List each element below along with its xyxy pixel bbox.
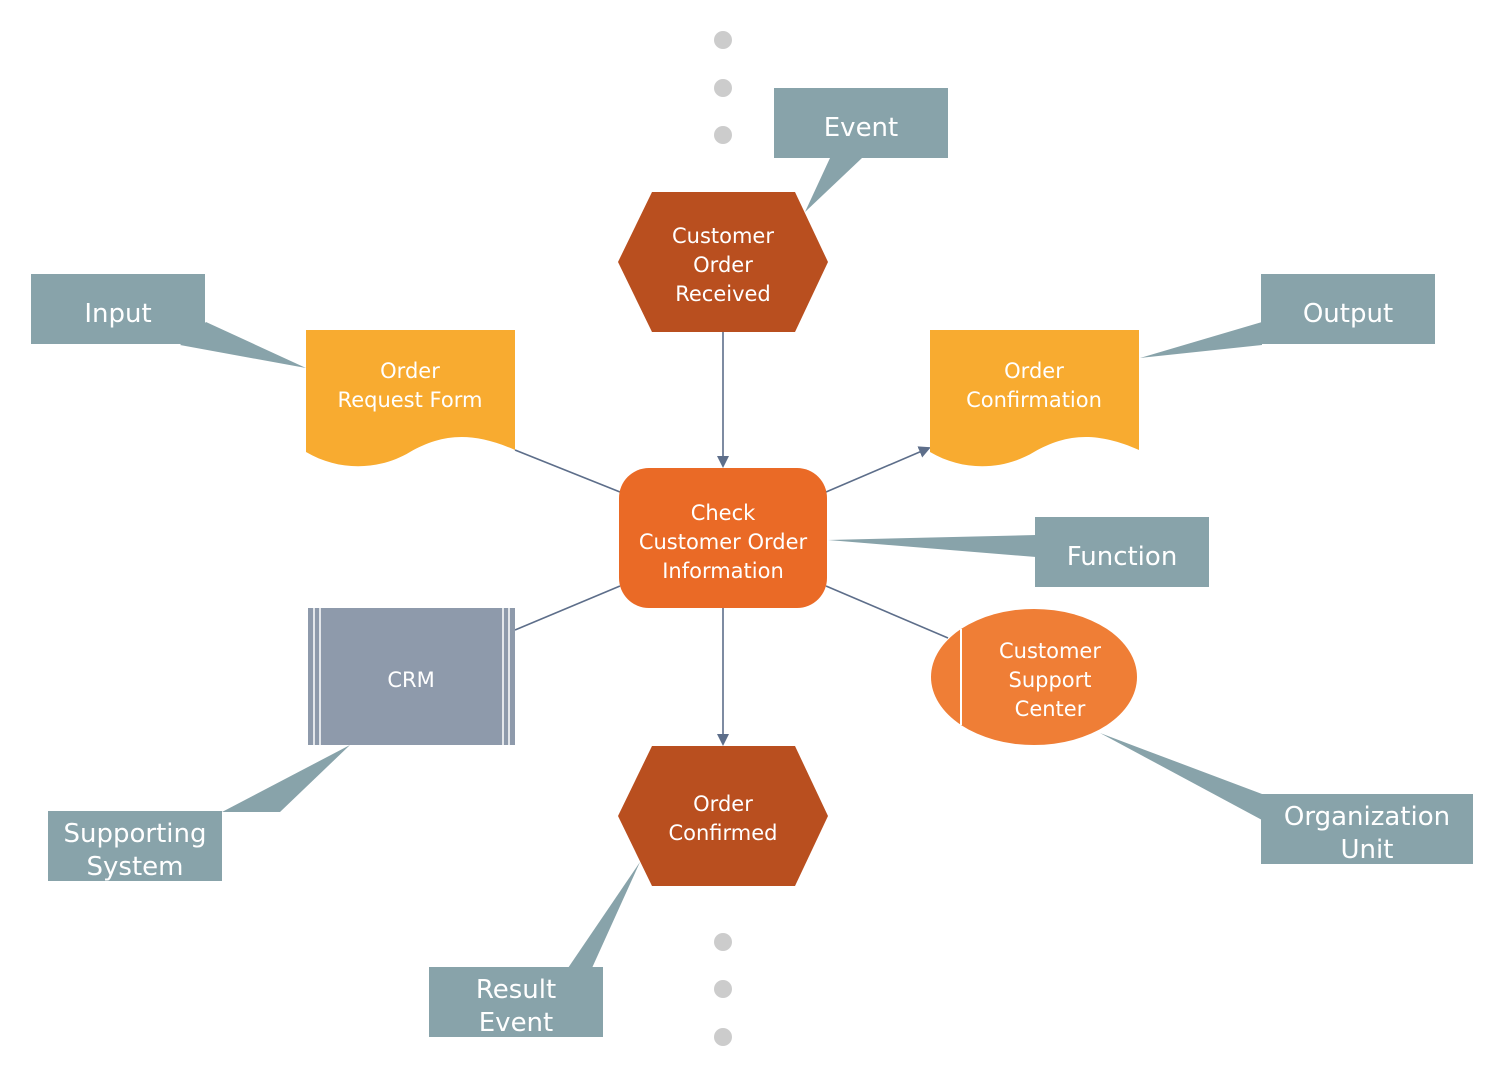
ellipsis-dot — [714, 126, 732, 144]
callout-event-label: Event — [824, 113, 898, 143]
callout-result-event: Result Event — [429, 967, 603, 1038]
edge-system-to-function[interactable] — [514, 585, 621, 631]
org-unit-line-2: Support — [1008, 668, 1091, 692]
callout-result-event-line-1: Result — [476, 975, 556, 1005]
callout-event: Event — [774, 88, 948, 158]
event-top-line-3: Received — [675, 282, 771, 306]
callout-output-label: Output — [1303, 299, 1393, 329]
system-label: CRM — [387, 668, 434, 692]
ellipsis-dot — [714, 933, 732, 951]
org-unit-line-3: Center — [1015, 697, 1086, 721]
callout-supporting-system: Supporting System — [48, 811, 222, 882]
edge-function-to-output[interactable] — [825, 446, 931, 493]
continuation-dots-bottom — [714, 933, 732, 1046]
callout-tail-output — [1140, 322, 1262, 358]
callout-result-event-line-2: Event — [479, 1008, 553, 1038]
callout-organization-unit-line-2: Unit — [1341, 835, 1394, 865]
ellipsis-dot — [714, 980, 732, 998]
callout-tail-event — [805, 158, 862, 212]
callout-tail-result-event — [568, 862, 640, 968]
event-top-line-1: Customer — [672, 224, 774, 248]
callout-organization-unit-line-1: Organization — [1284, 802, 1450, 832]
function-check-customer-order-information[interactable]: Check Customer Order Information — [619, 468, 827, 608]
function-line-2: Customer Order — [639, 530, 808, 554]
function-line-3: Information — [662, 559, 784, 583]
event-bottom-line-2: Confirmed — [668, 821, 777, 845]
event-order-confirmed[interactable]: Order Confirmed — [618, 746, 828, 886]
function-line-1: Check — [691, 501, 756, 525]
org-unit-line-1: Customer — [999, 639, 1101, 663]
callout-organization-unit: Organization Unit — [1261, 794, 1473, 865]
epc-diagram: Customer Order Received Order Request Fo… — [31, 31, 1473, 1046]
system-crm[interactable]: CRM — [308, 608, 515, 745]
callout-input: Input — [31, 274, 205, 344]
document-order-confirmation[interactable]: Order Confirmation — [930, 330, 1139, 467]
callout-input-label: Input — [84, 299, 151, 329]
event-hexagon-shape — [618, 746, 828, 886]
ellipsis-dot — [714, 79, 732, 97]
document-order-request-form[interactable]: Order Request Form — [306, 330, 515, 467]
ellipsis-dot — [714, 31, 732, 49]
edge-input-to-function[interactable] — [514, 449, 621, 493]
callout-supporting-system-line-2: System — [87, 852, 184, 882]
continuation-dots-top — [714, 31, 732, 144]
output-doc-line-1: Order — [1004, 359, 1064, 383]
org-unit-customer-support-center[interactable]: Customer Support Center — [931, 609, 1137, 745]
callout-supporting-system-line-1: Supporting — [64, 819, 207, 849]
callout-output: Output — [1261, 274, 1435, 344]
callout-tail-supporting-system — [222, 745, 350, 812]
output-doc-line-2: Confirmation — [966, 388, 1102, 412]
event-customer-order-received[interactable]: Customer Order Received — [618, 192, 828, 332]
callout-tail-organization-unit — [1100, 733, 1262, 820]
input-doc-line-2: Request Form — [338, 388, 483, 412]
event-top-line-2: Order — [693, 253, 753, 277]
callout-function: Function — [1035, 517, 1209, 587]
callout-tail-function — [828, 535, 1036, 557]
input-doc-line-1: Order — [380, 359, 440, 383]
callout-function-label: Function — [1067, 542, 1178, 572]
edge-orgunit-to-function[interactable] — [825, 585, 949, 639]
ellipsis-dot — [714, 1028, 732, 1046]
event-bottom-line-1: Order — [693, 792, 753, 816]
